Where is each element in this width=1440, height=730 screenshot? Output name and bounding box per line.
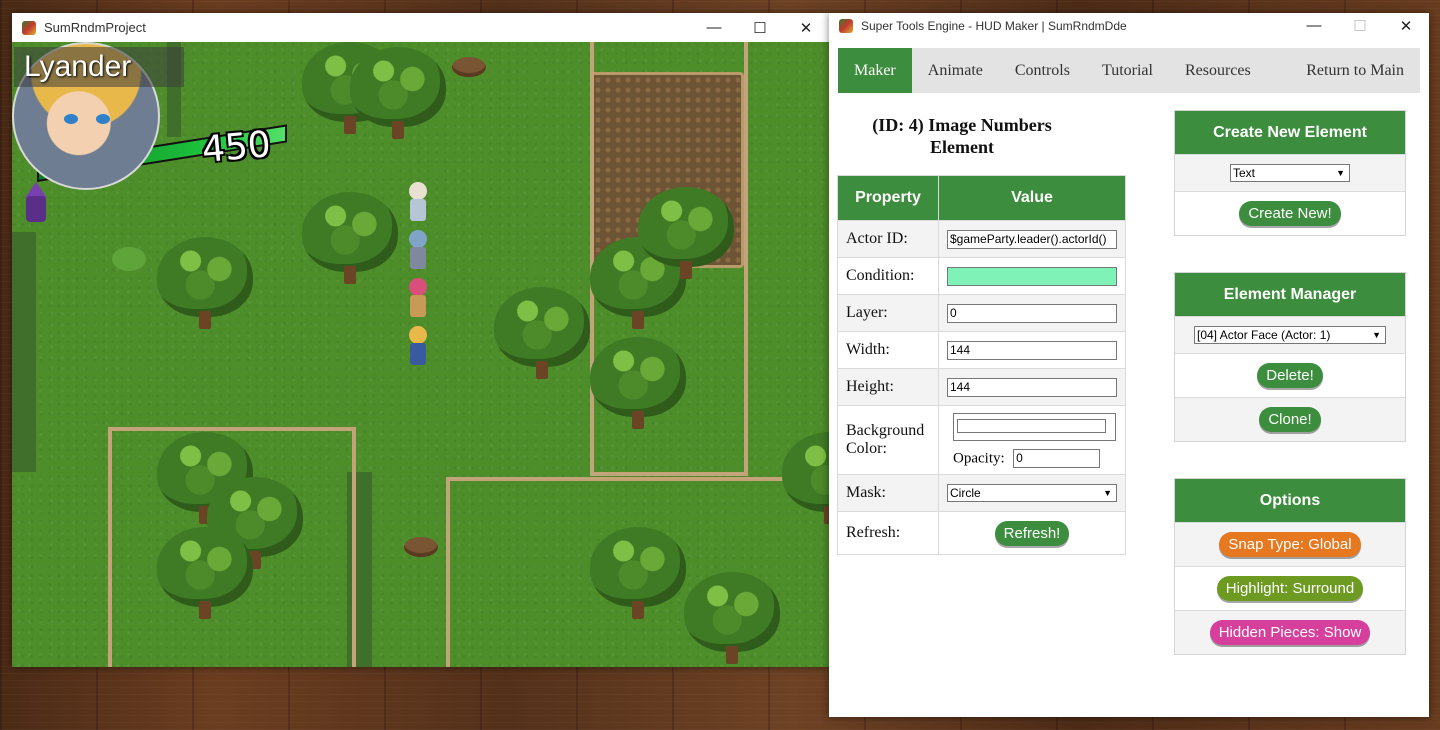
game-window: SumRndmProject — ☐ ✕ Lyander 450 bbox=[12, 13, 829, 667]
element-type-select[interactable]: Text ▼ bbox=[1230, 164, 1350, 182]
delete-button[interactable]: Delete! bbox=[1257, 363, 1323, 388]
game-titlebar: SumRndmProject — ☐ ✕ bbox=[12, 13, 829, 42]
opacity-label: Opacity: bbox=[953, 450, 1005, 466]
main-nav: Maker Animate Controls Tutorial Resource… bbox=[838, 48, 1420, 93]
game-canvas[interactable]: Lyander 450 bbox=[12, 42, 829, 667]
background-color-picker[interactable] bbox=[953, 412, 1116, 441]
layer-label: Layer: bbox=[837, 294, 939, 332]
refresh-label: Refresh: bbox=[837, 511, 939, 555]
element-title-line: (ID: 4) Image Numbers bbox=[872, 115, 1052, 135]
hud-imp-sprite bbox=[22, 182, 50, 224]
tree bbox=[157, 527, 253, 623]
tree bbox=[638, 187, 734, 283]
shadow-strip bbox=[12, 232, 36, 472]
options-panel: Options Snap Type: Global Highlight: Sur… bbox=[1174, 478, 1406, 655]
background-color-label: Background Color: bbox=[837, 405, 939, 475]
tree bbox=[590, 337, 686, 433]
snap-type-button[interactable]: Snap Type: Global bbox=[1219, 532, 1361, 557]
maximize-button[interactable]: ☐ bbox=[1337, 13, 1383, 38]
element-manager-panel: Element Manager [04] Actor Face (Actor: … bbox=[1174, 272, 1406, 442]
hidden-pieces-button[interactable]: Hidden Pieces: Show bbox=[1209, 620, 1371, 645]
create-element-title: Create New Element bbox=[1175, 111, 1405, 154]
dropdown-arrow-icon: ▼ bbox=[1336, 168, 1345, 178]
minimize-button[interactable]: — bbox=[1291, 13, 1337, 38]
background-color-input[interactable] bbox=[957, 418, 1106, 433]
hud-actor-name[interactable]: Lyander bbox=[14, 47, 184, 87]
element-title: (ID: 4) Image Numbers Element bbox=[838, 114, 1086, 158]
property-header: Property bbox=[837, 175, 939, 221]
create-new-button[interactable]: Create New! bbox=[1239, 201, 1341, 226]
maximize-button[interactable]: ☐ bbox=[737, 13, 783, 42]
clone-button[interactable]: Clone! bbox=[1259, 407, 1321, 432]
width-label: Width: bbox=[837, 331, 939, 369]
tab-animate[interactable]: Animate bbox=[912, 48, 999, 93]
party-member-sprite bbox=[405, 326, 431, 370]
create-element-panel: Create New Element Text ▼ Create New! bbox=[1174, 110, 1406, 236]
options-title: Options bbox=[1175, 479, 1405, 522]
highlight-button[interactable]: Highlight: Surround bbox=[1216, 576, 1364, 601]
tab-maker[interactable]: Maker bbox=[838, 48, 912, 93]
element-title-line: Element bbox=[930, 137, 994, 157]
height-label: Height: bbox=[837, 368, 939, 406]
party-member-sprite bbox=[405, 182, 431, 226]
dropdown-arrow-icon: ▼ bbox=[1103, 488, 1112, 498]
mask-select-value: Circle bbox=[950, 486, 981, 500]
bush bbox=[112, 247, 146, 271]
layer-input[interactable] bbox=[947, 303, 1117, 323]
background-color-label-line: Color: bbox=[846, 440, 887, 457]
value-header: Value bbox=[938, 175, 1126, 221]
height-input[interactable] bbox=[947, 377, 1117, 397]
tree bbox=[782, 432, 829, 528]
actor-id-label: Actor ID: bbox=[837, 220, 939, 258]
window-controls: — ☐ ✕ bbox=[691, 13, 829, 42]
tree bbox=[590, 527, 686, 623]
party-member-sprite bbox=[405, 230, 431, 274]
close-button[interactable]: ✕ bbox=[1383, 13, 1429, 38]
tab-return-to-main[interactable]: Return to Main bbox=[1290, 48, 1420, 93]
party-member-sprite bbox=[405, 278, 431, 322]
condition-input[interactable] bbox=[947, 266, 1117, 286]
tree bbox=[302, 192, 398, 288]
mask-select[interactable]: Circle ▼ bbox=[947, 484, 1117, 502]
opacity-input[interactable] bbox=[1013, 448, 1101, 468]
width-input[interactable] bbox=[947, 340, 1117, 360]
tab-tutorial[interactable]: Tutorial bbox=[1086, 48, 1169, 93]
tree-stump bbox=[452, 57, 486, 77]
tab-resources[interactable]: Resources bbox=[1169, 48, 1267, 93]
close-button[interactable]: ✕ bbox=[783, 13, 829, 42]
minimize-button[interactable]: — bbox=[691, 13, 737, 42]
tree bbox=[157, 237, 253, 333]
actor-id-input[interactable] bbox=[947, 229, 1117, 249]
app-icon bbox=[22, 20, 36, 35]
property-table: Property Value Actor ID: Condition: Laye… bbox=[837, 175, 1126, 555]
tree bbox=[494, 287, 590, 383]
tab-controls[interactable]: Controls bbox=[999, 48, 1086, 93]
background-color-label-line: Background bbox=[846, 422, 925, 439]
dropdown-arrow-icon: ▼ bbox=[1372, 330, 1381, 340]
hud-maker-window: Super Tools Engine - HUD Maker | SumRndm… bbox=[829, 13, 1429, 717]
tool-window-title: Super Tools Engine - HUD Maker | SumRndm… bbox=[861, 18, 1127, 33]
mask-label: Mask: bbox=[837, 474, 939, 512]
game-window-title: SumRndmProject bbox=[44, 20, 146, 35]
app-icon bbox=[839, 18, 853, 33]
condition-label: Condition: bbox=[837, 257, 939, 295]
element-select[interactable]: [04] Actor Face (Actor: 1) ▼ bbox=[1194, 326, 1386, 344]
tree bbox=[684, 572, 780, 667]
hud-image-numbers[interactable]: 450 bbox=[200, 124, 272, 171]
element-select-value: [04] Actor Face (Actor: 1) bbox=[1197, 328, 1331, 342]
element-manager-title: Element Manager bbox=[1175, 273, 1405, 316]
refresh-button[interactable]: Refresh! bbox=[994, 520, 1070, 546]
window-controls: — ☐ ✕ bbox=[1291, 13, 1429, 42]
tree bbox=[350, 47, 446, 143]
tree-stump bbox=[404, 537, 438, 557]
tool-titlebar: Super Tools Engine - HUD Maker | SumRndm… bbox=[829, 13, 1429, 38]
element-type-select-value: Text bbox=[1233, 166, 1256, 180]
